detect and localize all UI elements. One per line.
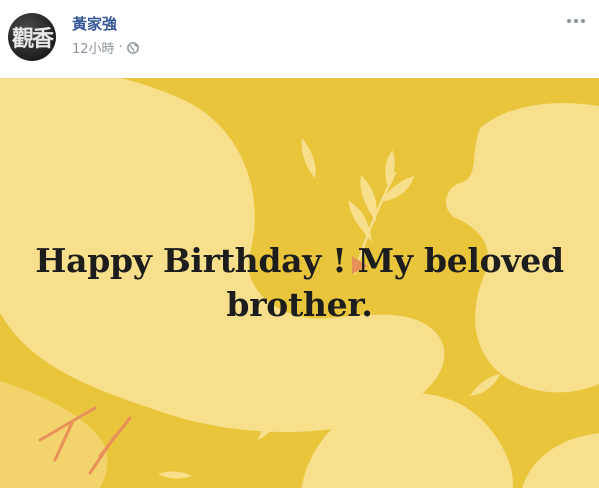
message-line-2: brother. xyxy=(226,285,373,324)
avatar-text: 觀香 xyxy=(11,26,54,52)
post-timestamp[interactable]: 12小時 xyxy=(72,38,115,57)
leaf-decoration xyxy=(470,374,500,396)
facebook-post: 觀香 黃家強 12小時 · Happy Birthday ! My belove… xyxy=(0,0,599,488)
birthday-message: Happy Birthday ! My beloved brother. xyxy=(0,239,599,327)
post-header: 觀香 黃家強 12小時 · xyxy=(0,0,599,76)
avatar[interactable]: 觀香 xyxy=(8,13,56,61)
author-name[interactable]: 黃家強 xyxy=(72,13,117,34)
post-meta: 12小時 · xyxy=(72,38,139,57)
globe-icon[interactable] xyxy=(126,41,139,54)
leaf-decoration xyxy=(301,138,316,178)
message-line-1: Happy Birthday ! My beloved xyxy=(35,241,564,280)
birthday-card: Happy Birthday ! My beloved brother. xyxy=(0,78,599,488)
leaf-decoration xyxy=(158,471,192,479)
meta-separator: · xyxy=(118,40,123,55)
more-options-icon[interactable] xyxy=(565,14,587,28)
